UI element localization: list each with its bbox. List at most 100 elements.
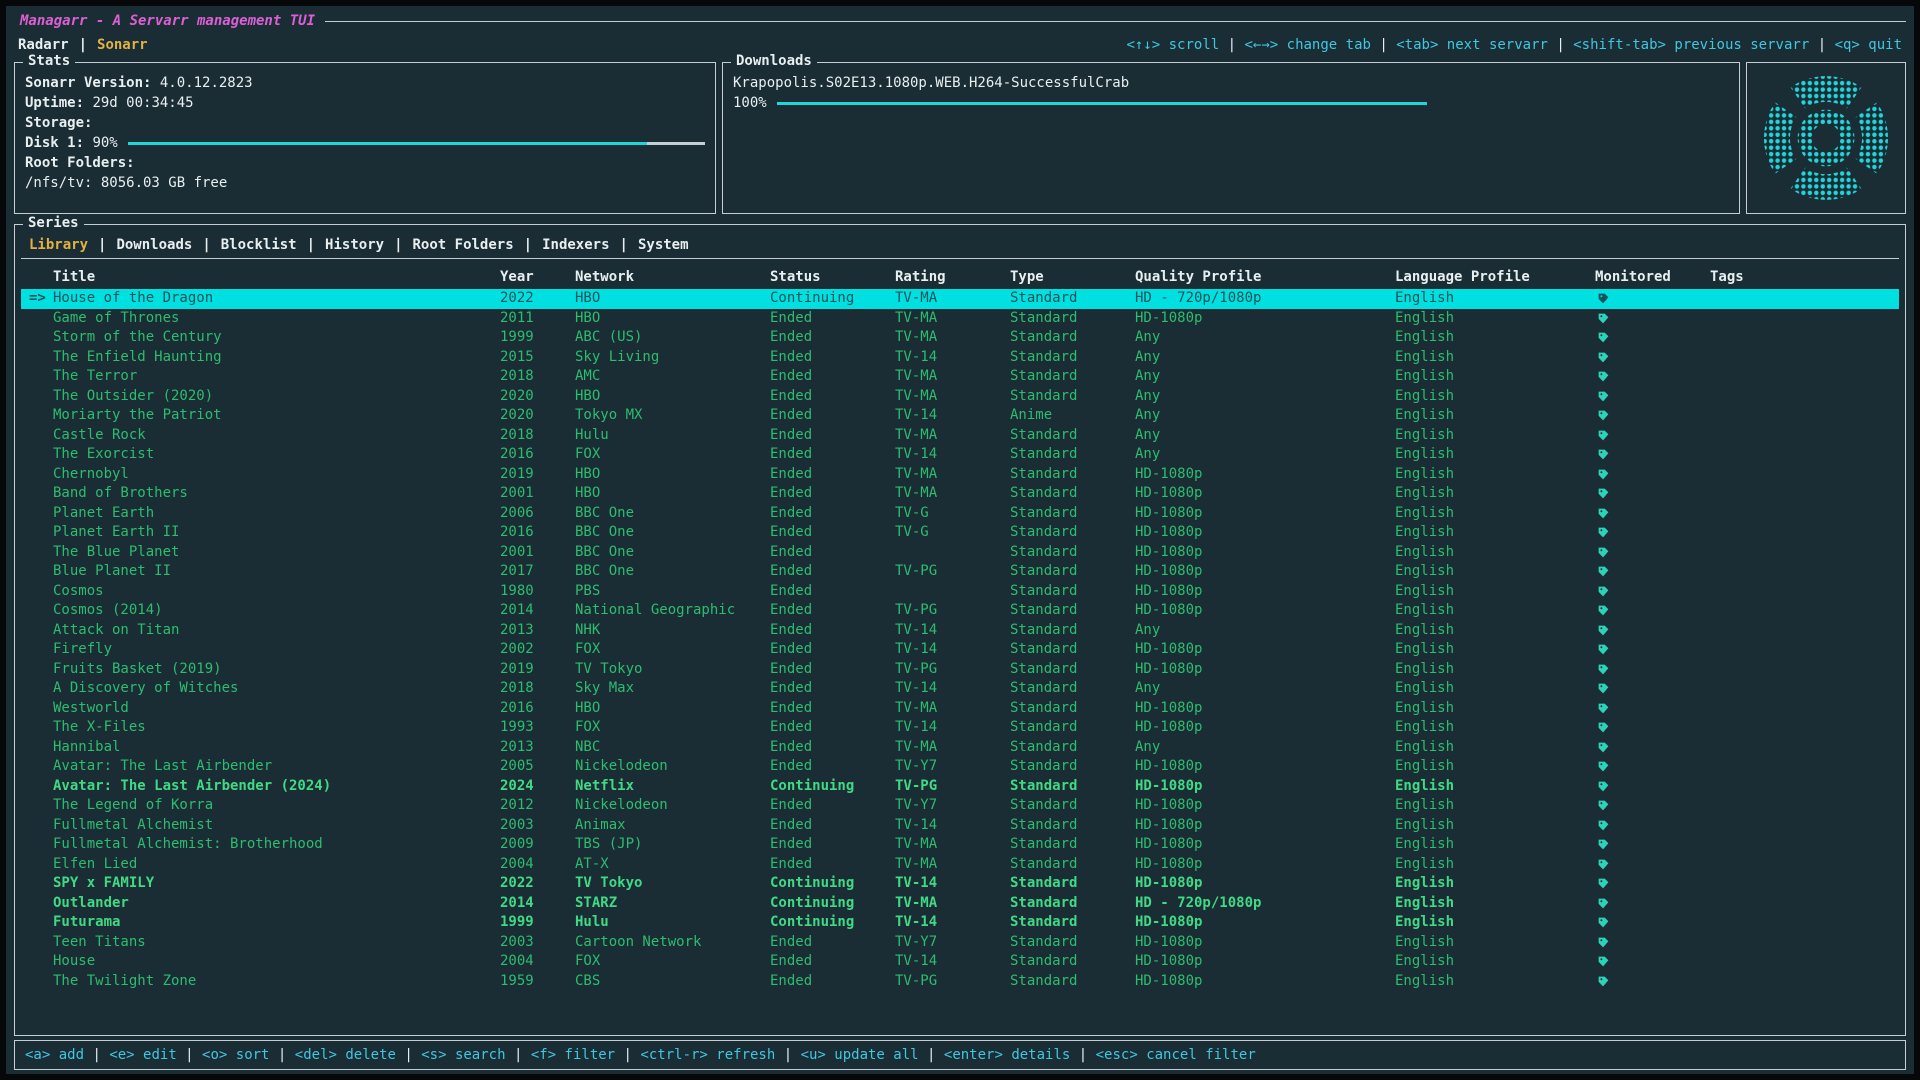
series-row[interactable]: Attack on Titan2013NHKEndedTV-14Standard…	[21, 621, 1899, 641]
cell-rating: TV-14	[895, 874, 1010, 894]
series-row[interactable]: The Enfield Haunting2015Sky LivingEndedT…	[21, 348, 1899, 368]
monitored-tag-icon	[1597, 292, 1610, 305]
series-row[interactable]: Hannibal2013NBCEndedTV-MAStandardAnyEngl…	[21, 738, 1899, 758]
series-row[interactable]: Westworld2016HBOEndedTV-MAStandardHD-108…	[21, 699, 1899, 719]
series-row[interactable]: Fullmetal Alchemist: Brotherhood2009TBS …	[21, 835, 1899, 855]
version-value: 4.0.12.2823	[160, 73, 253, 93]
column-header-rating: Rating	[895, 265, 1010, 289]
cell-monitored	[1595, 819, 1710, 832]
series-row[interactable]: Game of Thrones2011HBOEndedTV-MAStandard…	[21, 309, 1899, 329]
stats-disk-line: Disk 1: 90%	[25, 133, 705, 153]
cell-year: 2005	[500, 757, 575, 777]
cell-language-profile: English	[1395, 816, 1595, 836]
series-row[interactable]: Chernobyl2019HBOEndedTV-MAStandardHD-108…	[21, 465, 1899, 485]
series-tab-history[interactable]: History	[325, 237, 384, 253]
series-tab-downloads[interactable]: Downloads	[116, 237, 192, 253]
disk-progress-bar	[128, 142, 705, 145]
series-row[interactable]: Teen Titans2003Cartoon NetworkEndedTV-Y7…	[21, 933, 1899, 953]
series-row[interactable]: Fruits Basket (2019)2019TV TokyoEndedTV-…	[21, 660, 1899, 680]
keybind-separator: |	[1809, 37, 1834, 53]
cell-monitored	[1595, 624, 1710, 637]
series-row[interactable]: Avatar: The Last Airbender2005Nickelodeo…	[21, 757, 1899, 777]
cell-status: Continuing	[770, 894, 895, 914]
cell-network: Cartoon Network	[575, 933, 770, 953]
cell-type: Standard	[1010, 640, 1135, 660]
series-row[interactable]: Cosmos1980PBSEndedStandardHD-1080pEnglis…	[21, 582, 1899, 602]
keybind-cancel-filter: <esc> cancel filter	[1096, 1047, 1256, 1063]
cell-network: AMC	[575, 367, 770, 387]
stats-rootfolder-value-line: /nfs/tv: 8056.03 GB free	[25, 173, 705, 193]
cell-title: Band of Brothers	[29, 484, 500, 504]
series-row[interactable]: Outlander2014STARZContinuingTV-MAStandar…	[21, 894, 1899, 914]
series-row[interactable]: Elfen Lied2004AT-XEndedTV-MAStandardHD-1…	[21, 855, 1899, 875]
cell-quality-profile: Any	[1135, 387, 1395, 407]
cell-monitored	[1595, 936, 1710, 949]
column-header-monitored: Monitored	[1595, 265, 1710, 289]
series-row[interactable]: Storm of the Century1999ABC (US)EndedTV-…	[21, 328, 1899, 348]
keybind-separator: |	[177, 1047, 202, 1063]
monitored-tag-icon	[1597, 409, 1610, 422]
series-row[interactable]: The X-Files1993FOXEndedTV-14StandardHD-1…	[21, 718, 1899, 738]
cell-year: 2013	[500, 738, 575, 758]
cell-monitored	[1595, 448, 1710, 461]
cell-quality-profile: HD-1080p	[1135, 465, 1395, 485]
series-row[interactable]: The Twilight Zone1959CBSEndedTV-PGStanda…	[21, 972, 1899, 992]
cell-quality-profile: HD-1080p	[1135, 777, 1395, 797]
monitored-tag-icon	[1597, 643, 1610, 656]
series-tab-root-folders[interactable]: Root Folders	[413, 237, 514, 253]
series-row[interactable]: Planet Earth2006BBC OneEndedTV-GStandard…	[21, 504, 1899, 524]
series-row[interactable]: The Legend of Korra2012NickelodeonEndedT…	[21, 796, 1899, 816]
cell-rating: TV-14	[895, 679, 1010, 699]
servarr-tab-radarr[interactable]: Radarr	[18, 37, 69, 53]
tab-separator: |	[202, 237, 210, 253]
keybind-filter: <f> filter	[531, 1047, 615, 1063]
monitored-tag-icon	[1597, 429, 1610, 442]
series-row[interactable]: House2004FOXEndedTV-14StandardHD-1080pEn…	[21, 952, 1899, 972]
column-header-status: Status	[770, 265, 895, 289]
series-row[interactable]: Planet Earth II2016BBC OneEndedTV-GStand…	[21, 523, 1899, 543]
cell-type: Standard	[1010, 757, 1135, 777]
series-row[interactable]: SPY x FAMILY2022TV TokyoContinuingTV-14S…	[21, 874, 1899, 894]
servarr-tab-sonarr[interactable]: Sonarr	[97, 37, 148, 53]
series-row[interactable]: Futurama1999HuluContinuingTV-14StandardH…	[21, 913, 1899, 933]
cell-quality-profile: HD-1080p	[1135, 562, 1395, 582]
series-tab-library[interactable]: Library	[29, 237, 88, 253]
series-row[interactable]: Firefly2002FOXEndedTV-14StandardHD-1080p…	[21, 640, 1899, 660]
series-row[interactable]: Blue Planet II2017BBC OneEndedTV-PGStand…	[21, 562, 1899, 582]
cell-monitored	[1595, 916, 1710, 929]
series-tab-indexers[interactable]: Indexers	[542, 237, 609, 253]
cell-status: Continuing	[770, 289, 895, 309]
cell-quality-profile: Any	[1135, 621, 1395, 641]
series-row[interactable]: Cosmos (2014)2014National GeographicEnde…	[21, 601, 1899, 621]
series-row[interactable]: The Exorcist2016FOXEndedTV-14StandardAny…	[21, 445, 1899, 465]
cell-network: BBC One	[575, 523, 770, 543]
series-row[interactable]: =>House of the Dragon2022HBOContinuingTV…	[21, 289, 1899, 309]
keybind-edit: <e> edit	[109, 1047, 176, 1063]
cell-type: Standard	[1010, 894, 1135, 914]
series-tab-system[interactable]: System	[638, 237, 689, 253]
series-row[interactable]: The Outsider (2020)2020HBOEndedTV-MAStan…	[21, 387, 1899, 407]
cell-monitored	[1595, 780, 1710, 793]
series-row[interactable]: Fullmetal Alchemist2003AnimaxEndedTV-14S…	[21, 816, 1899, 836]
cell-title: Avatar: The Last Airbender	[29, 757, 500, 777]
series-row[interactable]: A Discovery of Witches2018Sky MaxEndedTV…	[21, 679, 1899, 699]
series-row[interactable]: Avatar: The Last Airbender (2024)2024Net…	[21, 777, 1899, 797]
cell-rating: TV-14	[895, 621, 1010, 641]
monitored-tag-icon	[1597, 351, 1610, 364]
cell-year: 2016	[500, 699, 575, 719]
series-row[interactable]: The Terror2018AMCEndedTV-MAStandardAnyEn…	[21, 367, 1899, 387]
monitored-tag-icon	[1597, 838, 1610, 851]
series-row[interactable]: Moriarty the Patriot2020Tokyo MXEndedTV-…	[21, 406, 1899, 426]
cell-quality-profile: HD-1080p	[1135, 855, 1395, 875]
cell-rating: TV-14	[895, 406, 1010, 426]
series-row[interactable]: Castle Rock2018HuluEndedTV-MAStandardAny…	[21, 426, 1899, 446]
series-row[interactable]: The Blue Planet2001BBC OneEndedStandardH…	[21, 543, 1899, 563]
cell-status: Ended	[770, 601, 895, 621]
series-tab-blocklist[interactable]: Blocklist	[221, 237, 297, 253]
keybind-update-all: <u> update all	[801, 1047, 919, 1063]
cell-year: 2020	[500, 387, 575, 407]
cell-network: Tokyo MX	[575, 406, 770, 426]
series-row[interactable]: Band of Brothers2001HBOEndedTV-MAStandar…	[21, 484, 1899, 504]
cell-network: PBS	[575, 582, 770, 602]
cell-type: Standard	[1010, 426, 1135, 446]
